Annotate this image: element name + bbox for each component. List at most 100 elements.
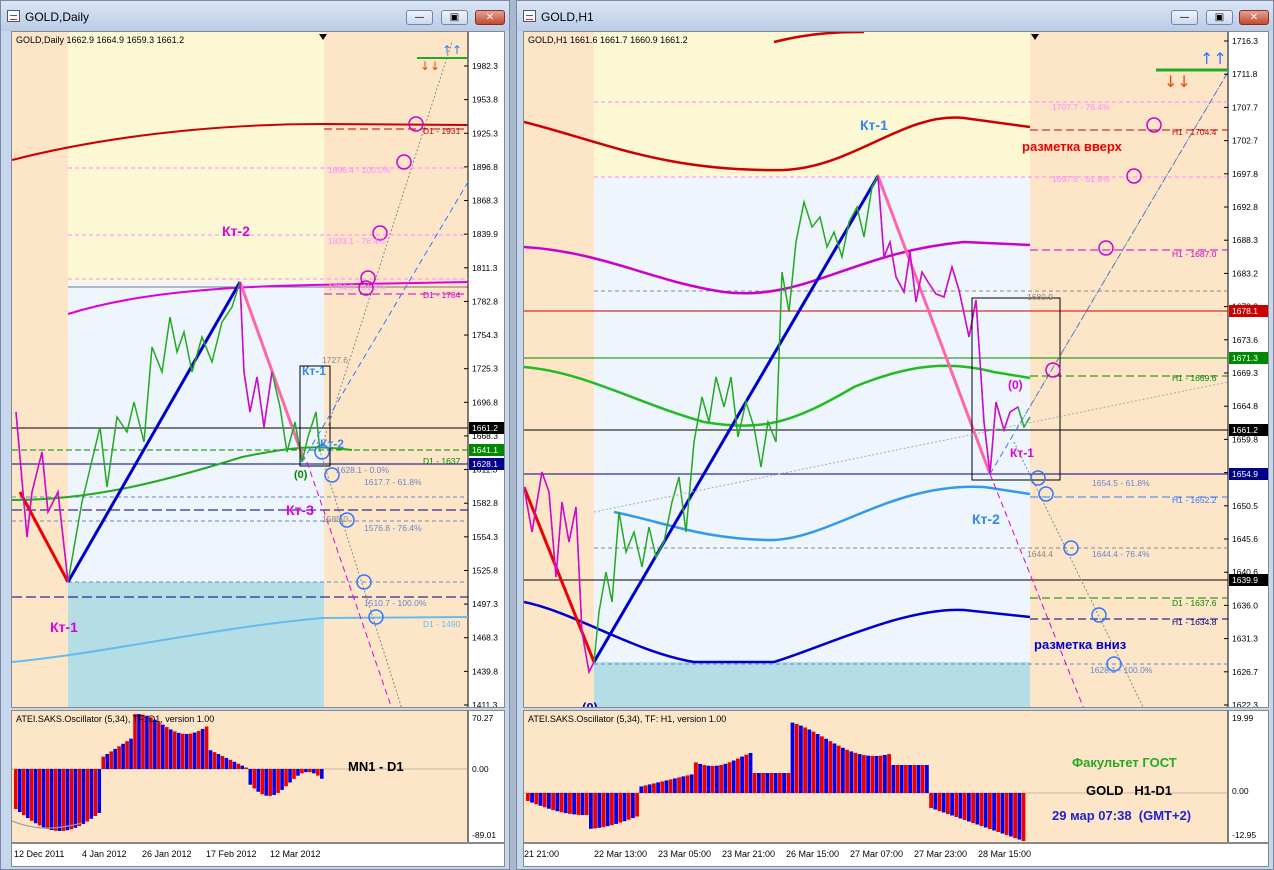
price-tick-label: 1582.8 xyxy=(472,498,498,508)
label-kt2: Кт-2 xyxy=(972,511,1000,527)
oscillator-bar xyxy=(14,769,18,809)
oscillator-bar xyxy=(165,727,169,769)
price-tag-label: 1641.1 xyxy=(472,445,498,455)
oscillator-bar xyxy=(841,747,845,793)
oscillator-bar xyxy=(937,793,942,811)
label-d1-1637: D1 - 1637 xyxy=(423,456,461,466)
minimize-icon: — xyxy=(414,12,425,23)
zone-left xyxy=(12,32,68,707)
oscillator-bar xyxy=(929,793,933,808)
price-tag-label: 1654.9 xyxy=(1232,469,1258,479)
h1-oscillator[interactable]: 19.99 0.00 -12.95 ATEI.SAKS.Oscillator (5,… xyxy=(523,710,1269,843)
price-tick-label: 1839.9 xyxy=(472,229,498,239)
oscillator-bar xyxy=(244,767,249,769)
oscillator-bar xyxy=(49,769,54,831)
oscillator-bar xyxy=(715,765,719,793)
label-h1-1634: H1 - 1634.8 xyxy=(1172,617,1217,627)
maximize-button[interactable]: ▣ xyxy=(441,10,468,25)
maximize-button[interactable]: ▣ xyxy=(1206,10,1233,25)
oscillator-bar xyxy=(799,725,803,793)
oscillator-header: ATEI.SAKS.Oscillator (5,34), TF: H1, ver… xyxy=(528,714,727,724)
zone-upper xyxy=(68,32,324,282)
label-h1-1669: H1 - 1669.6 xyxy=(1172,373,1217,383)
oscillator-bar xyxy=(65,769,70,831)
oscillator-bar xyxy=(706,765,711,793)
window-titlebar[interactable]: GOLD,H1 — ▣ ✕ xyxy=(517,1,1273,31)
maximize-icon: ▣ xyxy=(1214,12,1225,23)
h1-osc-canvas: 19.99 0.00 -12.95 xyxy=(524,711,1268,842)
oscillator-bar xyxy=(180,733,185,769)
daily-price-chart[interactable]: ↑↑ ↓↓ Кт-2 Кт-1 Кт-3 Кт-1 Кт-2 (0) D1 - … xyxy=(11,31,505,708)
date-tick-label: 21 21:00 xyxy=(524,849,560,859)
oscillator-bar xyxy=(184,733,189,769)
oscillator-bar xyxy=(73,769,78,828)
oscillator-bar xyxy=(610,793,614,826)
oscillator-bar xyxy=(757,773,761,793)
oscillator-bar xyxy=(866,755,870,793)
oscillator-bar xyxy=(895,765,900,793)
oscillator-bar xyxy=(694,762,698,793)
oscillator-bar xyxy=(240,765,245,769)
price-tick-label: 1468.3 xyxy=(472,633,498,643)
oscillator-bar xyxy=(572,793,576,815)
oscillator-bar xyxy=(157,722,161,769)
oscillator-bar xyxy=(731,760,736,793)
price-tick-label: 1636.0 xyxy=(1232,600,1258,610)
oscillator-bar xyxy=(946,793,950,814)
label-h1-1687: H1 - 1687.0 xyxy=(1172,249,1217,259)
oscillator-bar xyxy=(904,765,908,793)
oscillator-bar xyxy=(916,765,921,793)
oscillator-bar xyxy=(820,736,824,793)
window-titlebar[interactable]: GOLD,Daily — ▣ ✕ xyxy=(1,1,509,31)
price-tick-label: 1669.3 xyxy=(1232,368,1258,378)
label-fib-1628: 1628.1 - 0.0% xyxy=(336,465,389,475)
price-tick-label: 1725.3 xyxy=(472,364,498,374)
oscillator-bar xyxy=(685,775,690,793)
oscillator-bar xyxy=(89,769,94,819)
oscillator-bar xyxy=(778,773,782,793)
price-tick-label: 1696.8 xyxy=(472,397,498,407)
chart-window-icon xyxy=(7,10,20,22)
oscillator-bar xyxy=(580,793,585,815)
oscillator-bar xyxy=(21,769,26,816)
oscillator-bar xyxy=(113,748,117,769)
oscillator-bar xyxy=(790,722,795,793)
oscillator-bar xyxy=(260,769,264,795)
date-tick-label: 28 Mar 15:00 xyxy=(978,849,1032,859)
price-tick-label: 1697.8 xyxy=(1232,169,1258,179)
oscillator-bar xyxy=(862,755,866,793)
daily-oscillator[interactable]: 70.27 0.00 -89.01 ATEI.SAKS.Oscillator (5,… xyxy=(11,710,505,843)
oscillator-bar xyxy=(605,793,610,827)
h1-price-chart[interactable]: ↑↑ ↓↓ Кт-1 Кт-2 Кт-1 (0) (0) разметка вв… xyxy=(523,31,1269,708)
minimize-button[interactable]: — xyxy=(406,10,433,25)
oscillator-bar xyxy=(312,769,316,774)
oscillator-bar xyxy=(647,784,652,793)
price-tag-label: 1639.9 xyxy=(1232,575,1258,585)
gold-h1-window[interactable]: GOLD,H1 — ▣ ✕ ↑↑ ↓↓ Кт-1 Кт-2 Кт-1 (0) (… xyxy=(516,0,1274,870)
oscillator-bar xyxy=(996,793,1001,832)
oscillator-bar xyxy=(673,778,677,793)
minimize-button[interactable]: — xyxy=(1171,10,1198,25)
oscillator-bar xyxy=(635,793,639,817)
oscillator-bar xyxy=(786,773,791,793)
oscillator-bar xyxy=(81,769,86,824)
oscillator-bar xyxy=(656,782,660,793)
label-h1-1652: H1 - 1652.2 xyxy=(1172,495,1217,505)
oscillator-bar xyxy=(626,793,631,820)
label-1727: 1727.6 xyxy=(322,355,348,365)
label-kt2-blue: Кт-2 xyxy=(320,437,344,451)
oscillator-bar xyxy=(811,731,816,793)
oscillator-bar xyxy=(853,752,858,793)
minimize-icon: — xyxy=(1179,12,1190,23)
oscillator-bar xyxy=(975,793,980,825)
gold-daily-window[interactable]: GOLD,Daily — ▣ ✕ ↑↑ ↓↓ Кт-2 Кт-1 Кт-3 Кт… xyxy=(0,0,510,870)
date-tick-label: 12 Mar 2012 xyxy=(270,849,321,859)
oscillator-bar xyxy=(727,762,732,793)
close-button[interactable]: ✕ xyxy=(1239,10,1269,25)
window-title: GOLD,H1 xyxy=(541,10,594,24)
oscillator-bar xyxy=(950,793,954,816)
oscillator-bar xyxy=(614,793,618,824)
close-button[interactable]: ✕ xyxy=(475,10,505,25)
price-tick-label: 1664.8 xyxy=(1232,401,1258,411)
oscillator-bar xyxy=(660,781,665,793)
